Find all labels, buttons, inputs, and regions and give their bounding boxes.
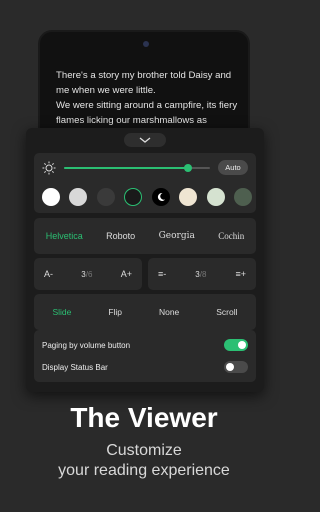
reading-text: There's a story my brother told Daisy an… xyxy=(56,68,240,128)
brightness-card: Auto xyxy=(34,153,256,213)
auto-brightness-button[interactable]: Auto xyxy=(218,160,248,175)
status-bar-toggle-knob xyxy=(226,363,234,371)
line-spacing-max: 8 xyxy=(201,269,207,279)
page-mode-none[interactable]: None xyxy=(159,307,179,317)
brightness-slider-thumb[interactable] xyxy=(184,164,193,172)
reading-paragraph-2: We were sitting around a campfire, its f… xyxy=(56,100,238,126)
paging-volume-label: Paging by volume button xyxy=(42,340,131,350)
theme-swatch-black[interactable] xyxy=(124,188,143,206)
brightness-slider-fill xyxy=(64,167,189,169)
collapse-handle[interactable] xyxy=(124,133,166,147)
page-mode-slide[interactable]: Slide xyxy=(52,307,71,317)
font-family-card: Helvetica Roboto Georgia Cochin xyxy=(34,218,256,254)
status-bar-row: Display Status Bar xyxy=(42,358,248,376)
font-size-card: A- 3/6 A+ xyxy=(34,258,142,290)
paging-volume-toggle-knob xyxy=(238,341,246,349)
theme-swatch-dark-gray[interactable] xyxy=(96,188,115,206)
promo-title: The Viewer xyxy=(70,402,218,433)
brightness-slider[interactable] xyxy=(64,164,210,172)
font-option-roboto[interactable]: Roboto xyxy=(106,231,135,241)
viewer-settings-panel: Auto Helvetica Roboto Georgia Cochin A- … xyxy=(26,128,264,392)
line-spacing-card: ≡- 3/8 ≡+ xyxy=(148,258,256,290)
sun-icon xyxy=(42,161,56,175)
font-size-decrease-button[interactable]: A- xyxy=(44,269,53,279)
theme-swatch-mint[interactable] xyxy=(206,188,225,206)
paging-volume-toggle[interactable] xyxy=(224,339,248,351)
font-size-counter: 3/6 xyxy=(81,270,92,279)
reading-paragraph-1: There's a story my brother told Daisy an… xyxy=(56,70,232,96)
theme-swatch-olive[interactable] xyxy=(233,188,252,206)
font-option-helvetica[interactable]: Helvetica xyxy=(46,231,83,241)
page-mode-scroll[interactable]: Scroll xyxy=(216,307,237,317)
line-spacing-decrease-button[interactable]: ≡- xyxy=(158,269,166,279)
theme-swatch-light-gray[interactable] xyxy=(69,188,88,206)
font-option-georgia[interactable]: Georgia xyxy=(159,231,195,241)
status-bar-label: Display Status Bar xyxy=(42,362,108,372)
line-spacing-increase-button[interactable]: ≡+ xyxy=(235,269,246,279)
promo-subtitle-line-1: Customize xyxy=(106,442,182,459)
font-size-max: 6 xyxy=(87,269,93,279)
theme-swatch-cream[interactable] xyxy=(179,188,198,206)
paging-volume-row: Paging by volume button xyxy=(42,336,248,354)
line-spacing-counter: 3/8 xyxy=(195,270,206,279)
theme-swatches xyxy=(42,188,252,206)
chevron-down-icon xyxy=(139,137,151,143)
theme-swatch-white[interactable] xyxy=(42,188,60,206)
font-size-increase-button[interactable]: A+ xyxy=(121,269,132,279)
page-mode-card: Slide Flip None Scroll xyxy=(34,294,256,330)
moon-icon xyxy=(157,192,165,201)
promo-subtitle: Customize your reading experience xyxy=(0,441,288,481)
toggles-card: Paging by volume button Display Status B… xyxy=(34,330,256,382)
camera-icon xyxy=(143,41,149,47)
page-mode-flip[interactable]: Flip xyxy=(108,307,122,317)
font-option-cochin[interactable]: Cochin xyxy=(218,231,244,241)
status-bar-toggle[interactable] xyxy=(224,361,248,373)
theme-swatch-night[interactable] xyxy=(151,188,170,206)
promo-subtitle-line-2: your reading experience xyxy=(58,462,230,479)
